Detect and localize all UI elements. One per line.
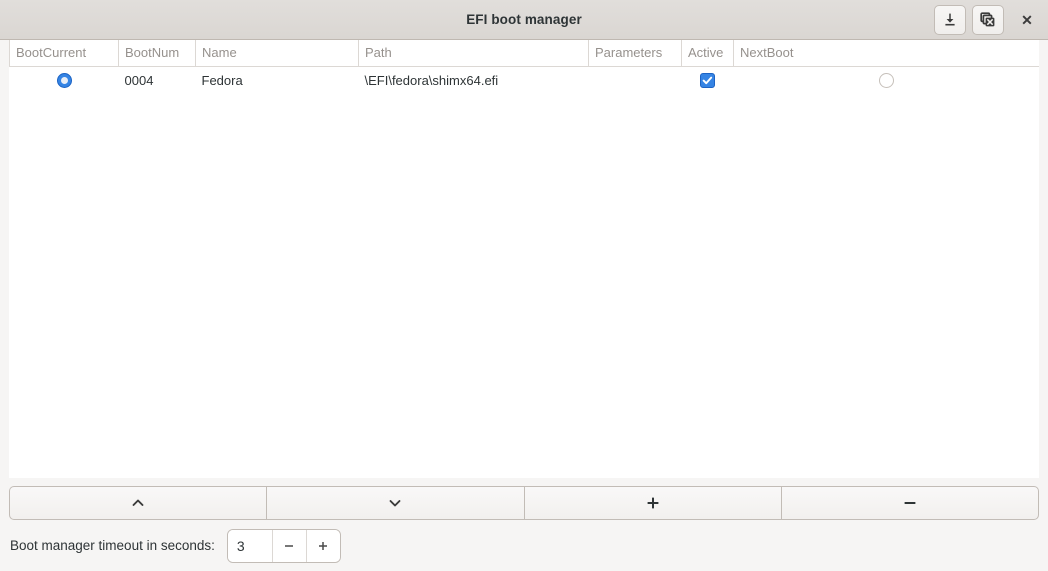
action-button-bar [9,486,1039,520]
column-header-path[interactable]: Path [358,40,589,67]
efi-boot-manager-window: EFI boot manager ✕ BootCurrent BootNum N… [0,0,1048,571]
cell-bootcurrent [10,66,119,94]
timeout-increment-button[interactable] [305,529,340,562]
close-icon: ✕ [1021,12,1033,28]
table-body: 0004 Fedora \EFI\fedora\shimx64.efi [10,66,1040,94]
minus-icon [282,539,296,553]
cell-name[interactable]: Fedora [196,66,359,94]
chevron-down-icon [386,494,404,512]
add-entry-button[interactable] [523,486,781,520]
titlebar: EFI boot manager ✕ [0,0,1048,40]
chevron-up-icon [129,494,147,512]
timeout-bar: Boot manager timeout in seconds: 3 [0,520,1048,571]
cell-nextboot [734,66,1040,94]
boot-entry-listview[interactable]: BootCurrent BootNum Name Path Parameters… [9,40,1039,478]
cell-active [682,66,734,94]
cell-bootnum: 0004 [124,72,154,88]
table-row[interactable]: 0004 Fedora \EFI\fedora\shimx64.efi [10,66,1040,94]
timeout-label: Boot manager timeout in seconds: [10,538,215,553]
nextboot-radio[interactable] [879,73,894,89]
stack-close-icon [980,12,996,28]
column-header-active[interactable]: Active [681,40,734,67]
titlebar-button-group: ✕ [934,0,1040,40]
cell-parameters[interactable] [589,66,682,94]
column-header-bootcurrent[interactable]: BootCurrent [9,40,119,67]
plus-icon [644,494,662,512]
window-title: EFI boot manager [466,12,582,27]
move-up-button[interactable] [9,486,267,520]
minus-icon [901,494,919,512]
remove-entry-button[interactable] [780,486,1039,520]
column-header-parameters[interactable]: Parameters [588,40,682,67]
table-header-row: BootCurrent BootNum Name Path Parameters… [9,40,1039,67]
discard-button[interactable] [972,5,1004,35]
boot-entry-table: BootCurrent BootNum Name Path Parameters… [9,40,1039,94]
plus-icon [316,539,330,553]
column-header-nextboot[interactable]: NextBoot [733,40,1039,67]
column-header-name[interactable]: Name [195,40,359,67]
boot-entry-list-container: BootCurrent BootNum Name Path Parameters… [0,40,1048,486]
active-checkbox[interactable] [700,73,715,89]
timeout-decrement-button[interactable] [271,529,306,562]
timeout-input[interactable]: 3 [227,529,272,562]
close-window-button[interactable]: ✕ [1014,5,1040,35]
move-down-button[interactable] [266,486,524,520]
cell-path[interactable]: \EFI\fedora\shimx64.efi [359,66,589,94]
download-icon [942,12,958,28]
table-header: BootCurrent BootNum Name Path Parameters… [9,40,1039,67]
timeout-spinbutton[interactable]: 3 [226,528,341,563]
save-button[interactable] [934,5,966,35]
column-header-bootnum[interactable]: BootNum [118,40,196,67]
bootcurrent-radio[interactable] [56,73,72,89]
